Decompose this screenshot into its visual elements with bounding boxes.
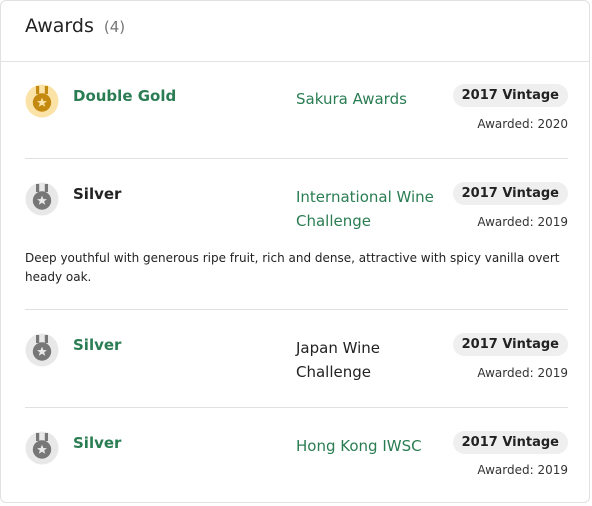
award-level: Silver bbox=[73, 434, 122, 452]
award-item: Silver Hong Kong IWSC 2017 Vintage Award… bbox=[25, 431, 568, 503]
awards-count: (4) bbox=[103, 18, 126, 36]
vintage-badge: 2017 Vintage bbox=[452, 333, 568, 356]
award-divider bbox=[25, 158, 568, 159]
vintage-badge: 2017 Vintage bbox=[452, 431, 568, 454]
award-level: Double Gold bbox=[73, 87, 177, 105]
award-divider bbox=[25, 407, 568, 408]
gold-medal-icon bbox=[25, 84, 59, 118]
vintage-badge: 2017 Vintage bbox=[452, 182, 568, 205]
award-competition: Japan Wine Challenge bbox=[296, 339, 381, 381]
vintage-badge: 2017 Vintage bbox=[452, 84, 568, 107]
award-level: Silver bbox=[73, 336, 122, 354]
awards-card: Awards (4) Double Gold Sakura Awards 201… bbox=[0, 0, 590, 503]
award-competition-link[interactable]: International Wine Challenge bbox=[296, 185, 446, 233]
awards-header: Awards (4) bbox=[1, 1, 589, 62]
awarded-year: Awarded: 2019 bbox=[477, 215, 568, 229]
awarded-year: Awarded: 2020 bbox=[477, 117, 568, 131]
awards-title: Awards (4) bbox=[25, 15, 125, 37]
silver-medal-icon bbox=[25, 333, 59, 367]
awards-title-text: Awards bbox=[25, 15, 94, 37]
award-item: Silver Japan Wine Challenge 2017 Vintage… bbox=[25, 333, 568, 405]
award-level: Silver bbox=[73, 185, 122, 203]
award-item: Double Gold Sakura Awards 2017 Vintage A… bbox=[25, 84, 568, 156]
award-competition-link[interactable]: Sakura Awards bbox=[296, 87, 446, 111]
silver-medal-icon bbox=[25, 431, 59, 465]
silver-medal-icon bbox=[25, 182, 59, 216]
award-tasting-note: Deep youthful with generous ripe fruit, … bbox=[25, 251, 560, 284]
awarded-year: Awarded: 2019 bbox=[477, 463, 568, 477]
award-competition-link[interactable]: Hong Kong IWSC bbox=[296, 434, 446, 458]
awarded-year: Awarded: 2019 bbox=[477, 366, 568, 380]
award-divider bbox=[25, 309, 568, 310]
award-item: Silver International Wine Challenge 2017… bbox=[25, 182, 568, 254]
